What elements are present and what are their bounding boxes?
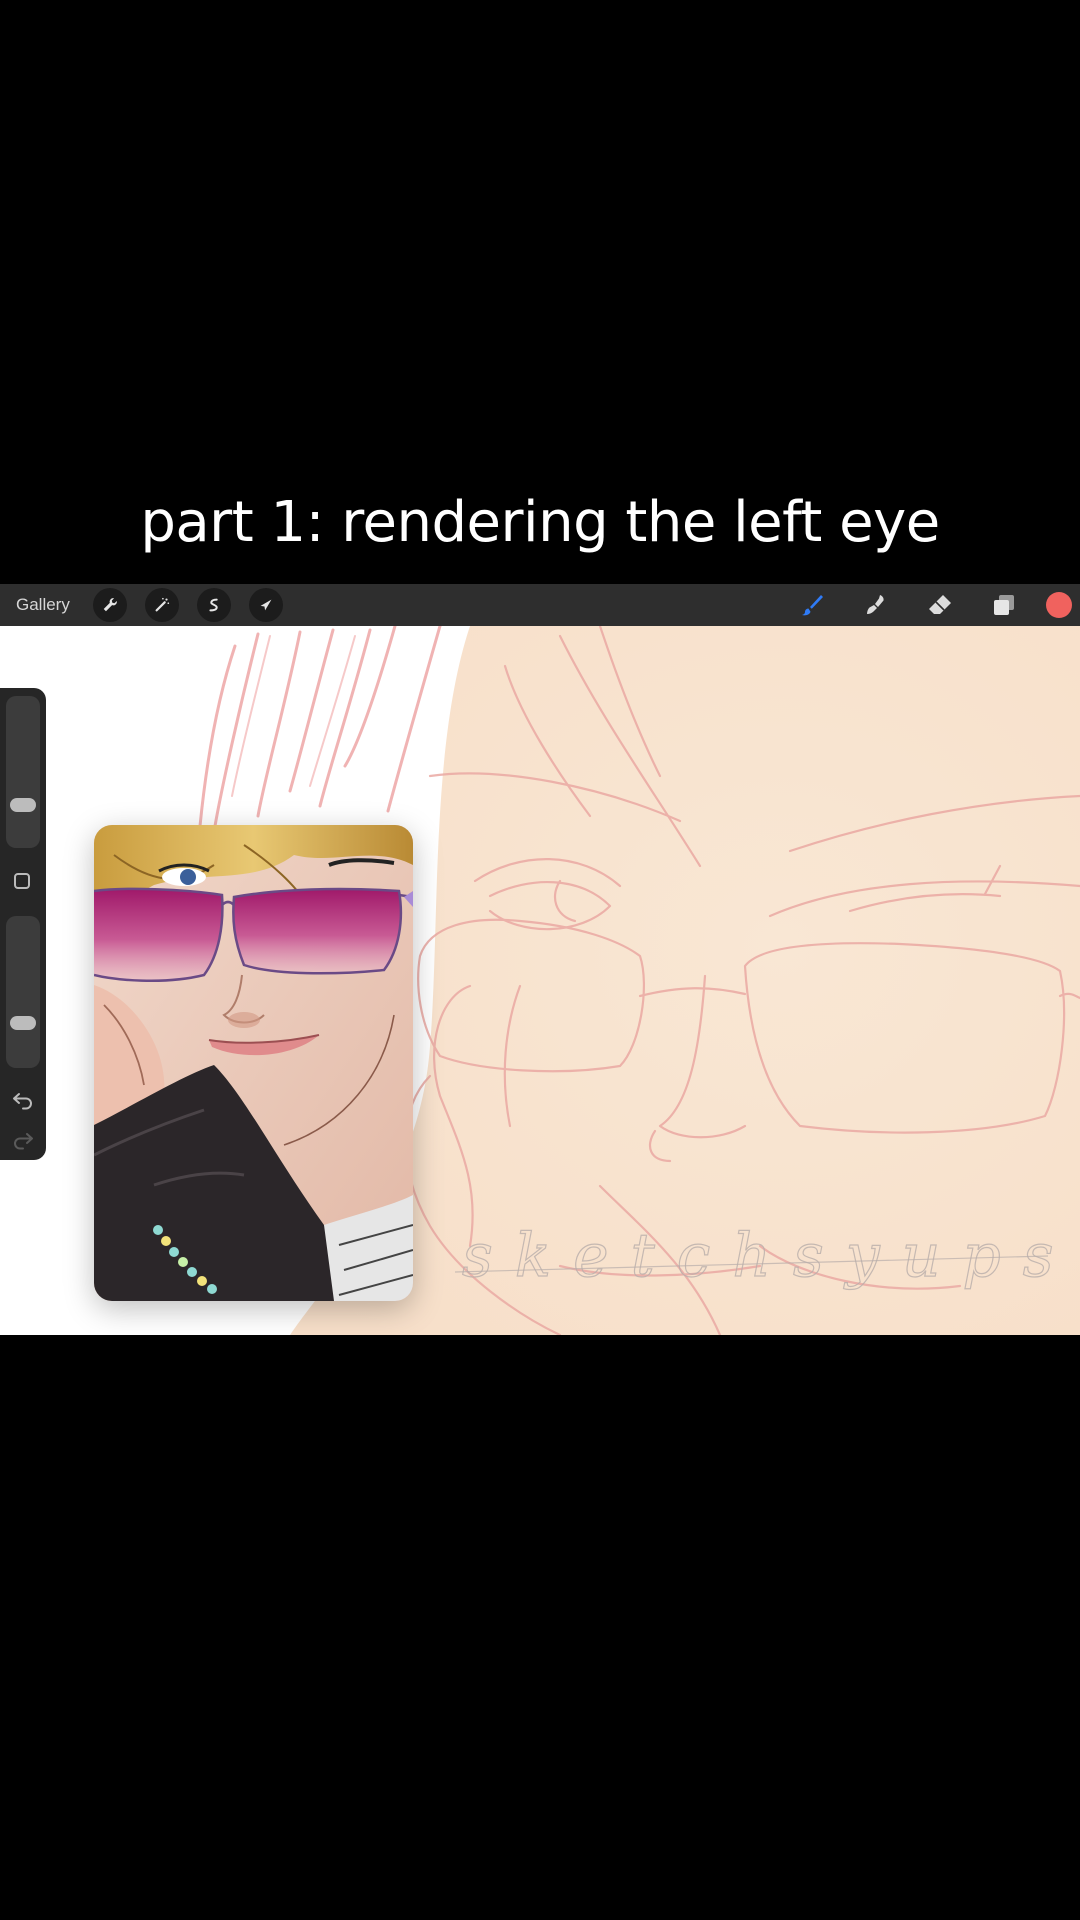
actions-button[interactable]: [92, 588, 127, 622]
reference-window[interactable]: [94, 825, 413, 1301]
redo-icon[interactable]: [11, 1128, 35, 1152]
brush-opacity-slider[interactable]: [6, 916, 40, 1068]
selection-button[interactable]: [196, 588, 231, 622]
eraser-tool-button[interactable]: [920, 585, 960, 625]
adjustments-button[interactable]: [144, 588, 179, 622]
transform-button[interactable]: [248, 588, 283, 622]
wrench-icon: [103, 598, 117, 612]
left-sidebar: [0, 688, 46, 1160]
layers-button[interactable]: [984, 585, 1024, 625]
brush-icon: [802, 595, 823, 616]
magic-wand-icon: [155, 597, 169, 612]
modify-button[interactable]: [14, 873, 30, 889]
smudge-tool-button[interactable]: [856, 585, 896, 625]
transform-arrow-icon: [260, 599, 272, 611]
color-picker-button[interactable]: [1046, 592, 1072, 618]
top-toolbar: Gallery: [0, 584, 1080, 626]
reference-artwork: [94, 825, 413, 1301]
layers-icon: [994, 595, 1014, 615]
selection-icon: [209, 598, 218, 612]
watermark-text: sketchsyups: [462, 1221, 1076, 1291]
brush-tool-button[interactable]: [792, 585, 832, 625]
gallery-button[interactable]: Gallery: [16, 595, 70, 615]
toolbar-right-group: [780, 584, 1080, 626]
brush-size-slider[interactable]: [6, 696, 40, 848]
brush-opacity-thumb[interactable]: [10, 1016, 36, 1030]
brush-size-thumb[interactable]: [10, 798, 36, 812]
eraser-icon: [929, 595, 951, 614]
video-caption: part 1: rendering the left eye: [140, 490, 940, 555]
undo-icon[interactable]: [11, 1088, 35, 1112]
smudge-icon: [867, 595, 884, 614]
screen: part 1: rendering the left eye Gallery s…: [0, 0, 1080, 1920]
